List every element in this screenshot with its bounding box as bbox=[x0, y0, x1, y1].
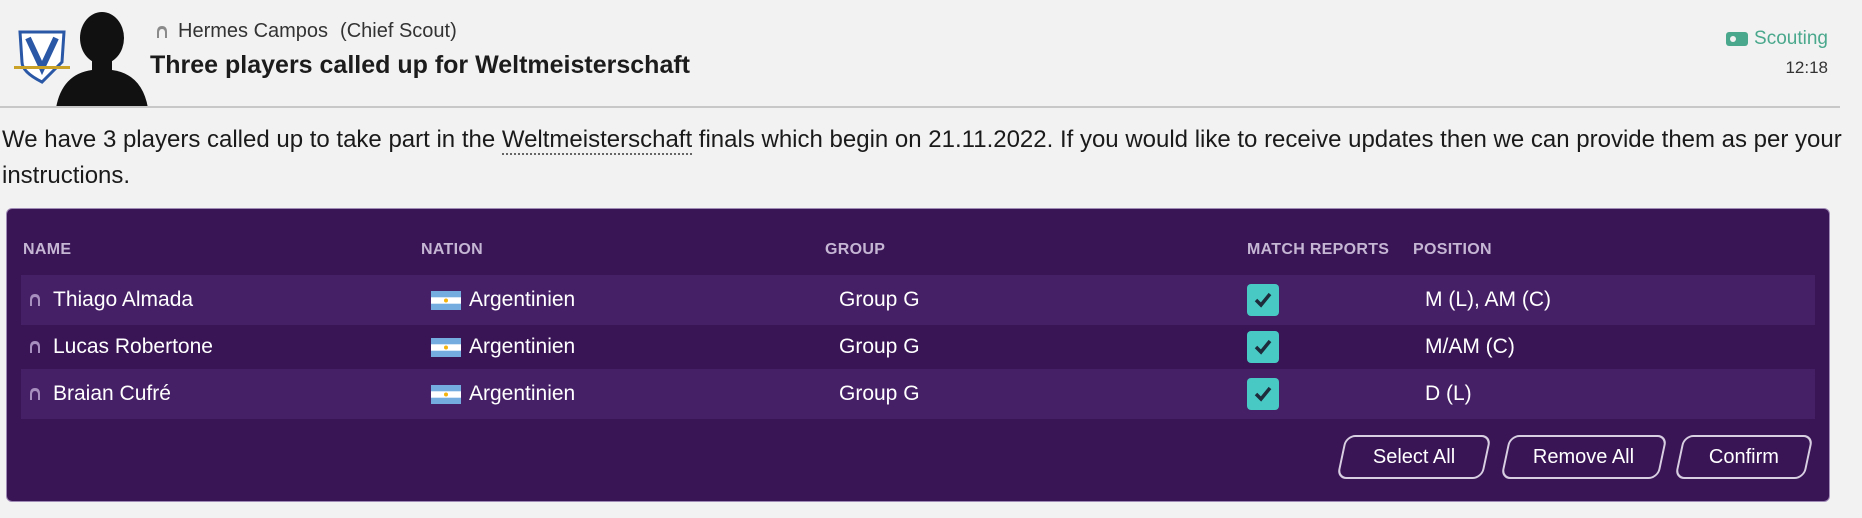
match-reports-checkbox[interactable] bbox=[1247, 284, 1279, 316]
nation-cell[interactable]: Argentinien bbox=[431, 325, 575, 369]
sender-role: (Chief Scout) bbox=[340, 20, 457, 42]
argentina-flag-icon bbox=[431, 290, 461, 310]
header-name[interactable]: NAME bbox=[23, 241, 71, 259]
header-divider bbox=[0, 106, 1840, 108]
match-reports-checkbox[interactable] bbox=[1247, 331, 1279, 363]
nation-cell[interactable]: Argentinien bbox=[431, 275, 575, 325]
position-cell: M/AM (C) bbox=[1425, 335, 1515, 358]
table-row[interactable]: Thiago Almada Argentinien Group G M (L),… bbox=[21, 275, 1815, 325]
position-cell: D (L) bbox=[1425, 382, 1472, 405]
sender[interactable]: Hermes Campos (Chief Scout) bbox=[154, 20, 457, 43]
message-header: Hermes Campos (Chief Scout) Three player… bbox=[0, 0, 1840, 108]
player-name-cell[interactable]: Braian Cufré bbox=[27, 369, 171, 419]
sender-name[interactable]: Hermes Campos bbox=[178, 20, 328, 43]
person-icon bbox=[30, 294, 40, 306]
match-reports-checkbox[interactable] bbox=[1247, 378, 1279, 410]
player-name-cell[interactable]: Thiago Almada bbox=[27, 275, 193, 325]
message-body: We have 3 players called up to take part… bbox=[2, 122, 1842, 194]
message-subject: Three players called up for Weltmeisters… bbox=[150, 51, 691, 79]
header-position[interactable]: POSITION bbox=[1413, 241, 1492, 259]
person-icon bbox=[157, 25, 167, 38]
group-cell[interactable]: Group G bbox=[839, 325, 920, 369]
nation-cell[interactable]: Argentinien bbox=[431, 369, 575, 419]
message-time: 12:18 bbox=[1785, 58, 1828, 77]
category-badge[interactable]: Scouting bbox=[1726, 28, 1828, 50]
header-nation[interactable]: NATION bbox=[421, 241, 483, 259]
body-text-1: We have 3 players called up to take part… bbox=[2, 126, 502, 153]
table-row[interactable]: Lucas Robertone Argentinien Group G M/AM… bbox=[21, 325, 1815, 369]
header-match-reports[interactable]: MATCH REPORTS bbox=[1247, 241, 1389, 259]
table-row[interactable]: Braian Cufré Argentinien Group G D (L) bbox=[21, 369, 1815, 419]
person-icon bbox=[30, 388, 40, 400]
confirm-label[interactable]: Confirm bbox=[1709, 446, 1779, 469]
checkmark-icon bbox=[1254, 292, 1272, 308]
argentina-flag-icon bbox=[431, 337, 461, 357]
position-cell: M (L), AM (C) bbox=[1425, 288, 1551, 311]
category-label[interactable]: Scouting bbox=[1754, 28, 1828, 50]
header-group[interactable]: GROUP bbox=[825, 241, 885, 259]
scout-avatar bbox=[56, 12, 148, 108]
players-table-panel: NAME NATION GROUP MATCH REPORTS POSITION… bbox=[6, 208, 1830, 502]
tag-icon bbox=[1726, 32, 1749, 46]
player-name[interactable]: Braian Cufré bbox=[53, 382, 171, 406]
match-reports-cell[interactable] bbox=[1247, 275, 1279, 325]
checkmark-icon bbox=[1254, 339, 1272, 355]
player-name-cell[interactable]: Lucas Robertone bbox=[27, 325, 213, 369]
select-all-label[interactable]: Select All bbox=[1373, 446, 1455, 469]
group-cell[interactable]: Group G bbox=[839, 369, 920, 419]
group-cell[interactable]: Group G bbox=[839, 275, 920, 325]
match-reports-cell[interactable] bbox=[1247, 369, 1279, 419]
remove-all-label[interactable]: Remove All bbox=[1533, 446, 1634, 469]
remove-all-button[interactable]: Remove All bbox=[1500, 435, 1668, 479]
checkmark-icon bbox=[1254, 386, 1272, 402]
nation-name[interactable]: Argentinien bbox=[469, 382, 575, 406]
nation-name[interactable]: Argentinien bbox=[469, 335, 575, 359]
select-all-button[interactable]: Select All bbox=[1336, 435, 1492, 479]
nation-name[interactable]: Argentinien bbox=[469, 288, 575, 312]
player-name[interactable]: Lucas Robertone bbox=[53, 335, 213, 359]
confirm-button[interactable]: Confirm bbox=[1674, 435, 1814, 479]
competition-link[interactable]: Weltmeisterschaft bbox=[501, 126, 693, 155]
player-name[interactable]: Thiago Almada bbox=[53, 288, 193, 312]
person-icon bbox=[30, 341, 40, 353]
argentina-flag-icon bbox=[431, 384, 461, 404]
match-reports-cell[interactable] bbox=[1247, 325, 1279, 369]
